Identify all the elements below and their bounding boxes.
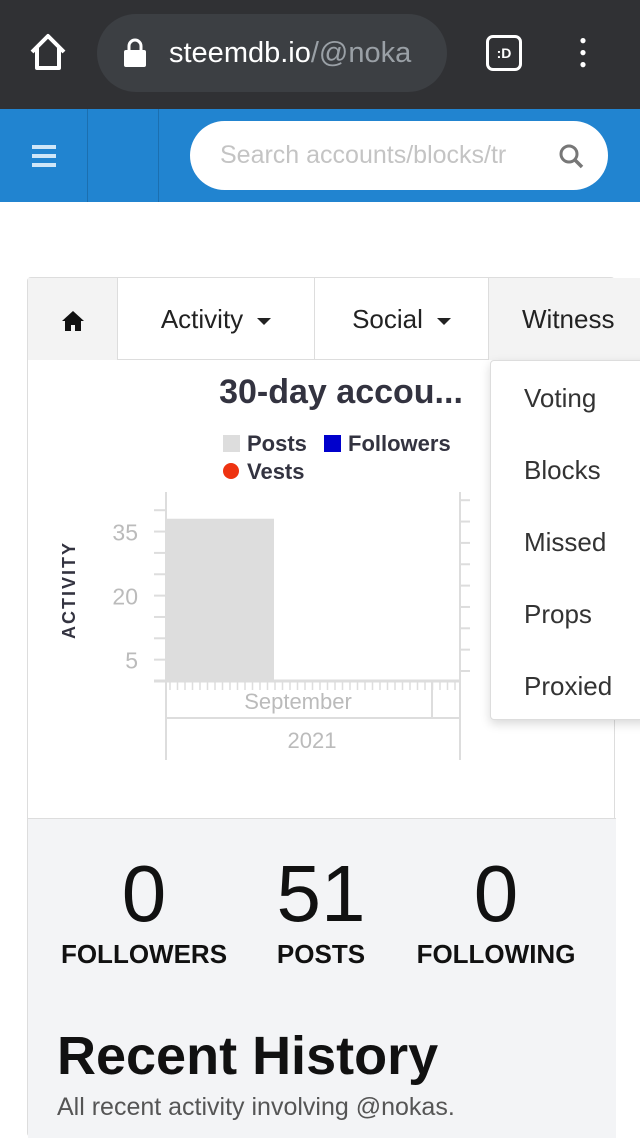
legend-marker-followers bbox=[324, 435, 341, 452]
account-tabs: Activity Social Witness bbox=[28, 278, 640, 360]
tab-switcher-icon[interactable]: :D bbox=[486, 35, 522, 71]
tab-witness[interactable]: Witness bbox=[489, 278, 640, 360]
search-placeholder: Search accounts/blocks/tr bbox=[220, 141, 507, 169]
legend-label-posts: Posts bbox=[247, 431, 307, 456]
witness-dropdown-menu: Voting Blocks Missed Props Proxied bbox=[490, 360, 640, 720]
x-month-label: September bbox=[244, 689, 352, 714]
stat-posts[interactable]: 51 POSTS bbox=[221, 849, 421, 970]
site-header: Search accounts/blocks/tr bbox=[0, 109, 640, 202]
browser-toolbar: steemdb.io/@noka :D ● ● ● bbox=[0, 0, 640, 109]
y-axis-label: ACTIVITY bbox=[59, 541, 79, 639]
y-tick-label: 20 bbox=[112, 584, 138, 610]
stat-followers[interactable]: 0 FOLLOWERS bbox=[44, 849, 244, 970]
y-tick-label: 35 bbox=[112, 520, 138, 546]
caret-down-icon bbox=[257, 317, 272, 325]
lock-icon bbox=[124, 38, 146, 67]
home-icon bbox=[61, 311, 84, 332]
menu-item-missed[interactable]: Missed bbox=[524, 527, 606, 558]
caret-down-icon bbox=[436, 317, 451, 325]
home-icon[interactable] bbox=[28, 32, 68, 72]
legend-marker-vests bbox=[223, 463, 239, 479]
chart-title: 30-day accou... bbox=[219, 373, 463, 411]
menu-item-voting[interactable]: Voting bbox=[524, 383, 596, 414]
search-input[interactable]: Search accounts/blocks/tr bbox=[190, 121, 608, 190]
legend-label-vests: Vests bbox=[247, 459, 305, 484]
y-tick-label: 5 bbox=[125, 648, 138, 674]
stats-panel: 0 FOLLOWERS 51 POSTS 0 FOLLOWING Recent His… bbox=[28, 818, 616, 1138]
history-subtitle: All recent activity involving @nokas. bbox=[57, 1093, 455, 1121]
stat-following[interactable]: 0 FOLLOWING bbox=[396, 849, 596, 970]
legend-marker-posts bbox=[223, 435, 240, 452]
history-title: Recent History bbox=[57, 1026, 439, 1086]
menu-item-proxied[interactable]: Proxied bbox=[524, 671, 612, 702]
legend-label-followers: Followers bbox=[348, 431, 451, 456]
x-year-label: 2021 bbox=[288, 728, 337, 753]
search-icon[interactable] bbox=[558, 143, 584, 169]
url-path: /@noka bbox=[310, 37, 412, 69]
tab-activity[interactable]: Activity bbox=[118, 278, 315, 360]
menu-item-blocks[interactable]: Blocks bbox=[524, 455, 601, 486]
url-host: steemdb.io bbox=[169, 37, 311, 69]
tab-social[interactable]: Social bbox=[315, 278, 489, 360]
bar-posts bbox=[167, 518, 274, 681]
hamburger-menu-icon[interactable] bbox=[32, 145, 56, 167]
activity-chart: 30-day accou... Posts Followers Vests 35 20 5 A… bbox=[59, 373, 470, 760]
tab-home[interactable] bbox=[28, 278, 118, 360]
menu-item-props[interactable]: Props bbox=[524, 599, 592, 630]
url-bar[interactable]: steemdb.io/@noka bbox=[97, 14, 447, 92]
more-menu-icon[interactable]: ● ● ● bbox=[576, 34, 590, 74]
